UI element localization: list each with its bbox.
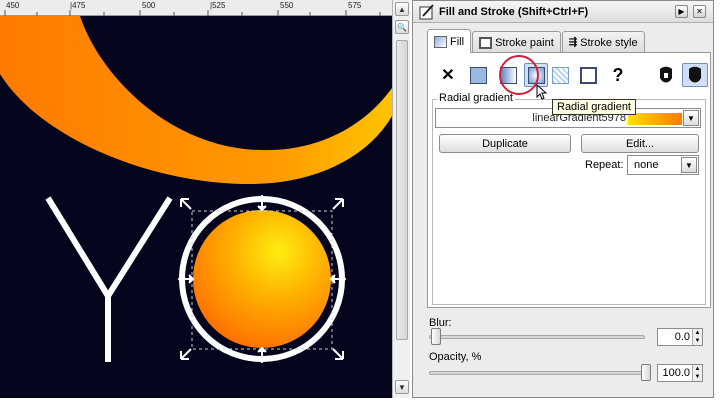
spin-arrows-icon[interactable]: ▲ ▼: [692, 329, 702, 345]
swatch-icon[interactable]: [576, 63, 600, 87]
zoom-icon[interactable]: 🔍: [395, 20, 409, 34]
edit-button[interactable]: Edit...: [581, 134, 699, 153]
tooltip: Radial gradient: [552, 99, 636, 115]
scroll-down-arrow-icon[interactable]: ▼: [395, 380, 409, 394]
ruler-label: 550: [280, 1, 294, 10]
ruler-label: |525: [210, 1, 226, 10]
dialog-title: Fill and Stroke (Shift+Ctrl+F): [439, 5, 589, 18]
opacity-slider-thumb[interactable]: [641, 364, 651, 381]
duplicate-button[interactable]: Duplicate: [439, 134, 571, 153]
blur-value: 0.0: [674, 331, 690, 343]
opacity-label: Opacity, %: [429, 351, 482, 363]
tab-stroke-paint[interactable]: Stroke paint: [472, 31, 561, 53]
spin-arrows-icon[interactable]: ▲ ▼: [692, 365, 702, 381]
fill-stroke-icon: [419, 3, 434, 19]
dialog-close-icon[interactable]: ✕: [693, 5, 706, 18]
no-paint-icon[interactable]: ✕: [436, 63, 460, 87]
fill-rule-evenodd-icon[interactable]: [654, 63, 678, 87]
gradient-frame-label: Radial gradient: [437, 92, 515, 104]
stroke-style-tab-icon: ⇶: [568, 37, 578, 48]
ruler-label: 575: [348, 1, 362, 10]
dialog-menu-icon[interactable]: ▶: [675, 5, 688, 18]
unset-paint-glyph: ?: [612, 64, 624, 85]
drawing-canvas[interactable]: [0, 16, 392, 398]
gradient-ball[interactable]: [193, 210, 331, 348]
gradient-preview: [628, 113, 682, 125]
gradient-frame: Radial gradient linearGradient5978 ▼ Dup…: [432, 92, 706, 305]
tab-stroke-style[interactable]: ⇶ Stroke style: [561, 31, 645, 53]
chevron-down-icon[interactable]: ▼: [681, 157, 697, 173]
horizontal-ruler: 450 |475 500 |525 550 575: [0, 0, 392, 16]
pattern-icon[interactable]: [548, 63, 572, 87]
scroll-up-arrow-icon[interactable]: ▲: [395, 2, 409, 16]
flat-color-icon[interactable]: [466, 63, 490, 87]
ruler-ticks: [4, 10, 381, 16]
mouse-pointer-icon: [536, 84, 548, 100]
tab-label: Stroke paint: [495, 36, 554, 49]
chevron-down-icon[interactable]: ▼: [683, 110, 699, 126]
fill-tab-icon: [434, 35, 447, 48]
repeat-select[interactable]: none ▼: [627, 155, 699, 175]
canvas-area[interactable]: 450 |475 500 |525 550 575: [0, 0, 392, 398]
stroke-paint-tab-icon: [479, 36, 493, 49]
ruler-label: 450: [6, 1, 20, 10]
opacity-value: 100.0: [662, 367, 690, 379]
ruler-label: 500: [142, 1, 156, 10]
repeat-value: none: [634, 159, 659, 171]
fill-tab-content: ✕ ? Radial gradient linearGradient5978 ▼…: [427, 52, 711, 308]
repeat-label: Repeat:: [585, 159, 624, 171]
opacity-slider-track[interactable]: [429, 371, 651, 375]
tab-label: Stroke style: [580, 36, 638, 49]
blur-slider-track[interactable]: [429, 335, 645, 339]
tab-label: Fill: [450, 35, 465, 48]
no-paint-glyph: ✕: [441, 67, 455, 84]
dialog-title-bar: Fill and Stroke (Shift+Ctrl+F) ▶ ✕: [413, 1, 713, 23]
highlight-circle: [499, 55, 539, 95]
fill-and-stroke-dialog: Fill and Stroke (Shift+Ctrl+F) ▶ ✕ Fill …: [412, 0, 714, 398]
unset-paint-icon[interactable]: ?: [606, 63, 630, 87]
blur-spinbox[interactable]: 0.0 ▲ ▼: [657, 328, 703, 346]
ruler-label: |475: [70, 1, 86, 10]
opacity-spinbox[interactable]: 100.0 ▲ ▼: [657, 364, 703, 382]
tab-bar: Fill Stroke paint ⇶ Stroke style: [427, 29, 646, 53]
vertical-scrollbar[interactable]: ▲ 🔍 ▼: [392, 0, 410, 398]
paint-type-selector: ✕ ?: [436, 63, 708, 89]
blur-slider-thumb[interactable]: [431, 328, 441, 345]
scrollbar-thumb[interactable]: [396, 40, 408, 340]
tab-fill[interactable]: Fill: [427, 29, 472, 53]
fill-rule-nonzero-icon[interactable]: [682, 63, 708, 87]
